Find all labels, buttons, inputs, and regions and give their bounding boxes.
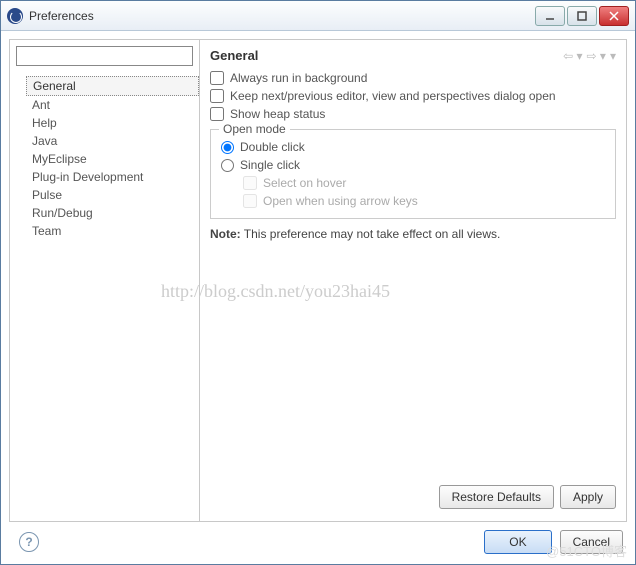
select-hover-check: Select on hover: [243, 174, 605, 192]
select-hover-checkbox: [243, 176, 257, 190]
select-hover-label: Select on hover: [263, 176, 346, 190]
preferences-tree[interactable]: GeneralAntHelpJavaMyEclipsePlug-in Devel…: [10, 72, 199, 521]
close-button[interactable]: [599, 6, 629, 26]
single-click-subchecks: Select on hover Open when using arrow ke…: [221, 174, 605, 210]
keep-next-label: Keep next/previous editor, view and pers…: [230, 89, 556, 103]
heap-label: Show heap status: [230, 107, 325, 121]
window-controls: [535, 6, 629, 26]
tree-item-plug-in-development[interactable]: Plug-in Development: [26, 168, 199, 186]
apply-button[interactable]: Apply: [560, 485, 616, 509]
body: GeneralAntHelpJavaMyEclipsePlug-in Devel…: [1, 31, 635, 564]
keep-next-check[interactable]: Keep next/previous editor, view and pers…: [210, 87, 616, 105]
heap-check[interactable]: Show heap status: [210, 105, 616, 123]
note-label: Note:: [210, 227, 241, 241]
tree-item-help[interactable]: Help: [26, 114, 199, 132]
page-title: General: [210, 48, 563, 63]
always-bg-label: Always run in background: [230, 71, 367, 85]
app-icon: [7, 8, 23, 24]
ok-button[interactable]: OK: [484, 530, 551, 554]
minimize-button[interactable]: [535, 6, 565, 26]
window-title: Preferences: [29, 9, 535, 23]
double-click-input[interactable]: [221, 141, 234, 154]
tree-item-pulse[interactable]: Pulse: [26, 186, 199, 204]
open-mode-group: Open mode Double click Single click: [210, 129, 616, 219]
filter-wrap: [10, 40, 199, 72]
restore-defaults-button[interactable]: Restore Defaults: [439, 485, 554, 509]
open-arrow-checkbox: [243, 194, 257, 208]
tree-item-myeclipse[interactable]: MyEclipse: [26, 150, 199, 168]
content-buttons: Restore Defaults Apply: [210, 475, 616, 511]
maximize-button[interactable]: [567, 6, 597, 26]
main-panel: GeneralAntHelpJavaMyEclipsePlug-in Devel…: [9, 39, 627, 522]
content-header: General ⇦ ▾ ⇨ ▾ ▾: [200, 40, 626, 69]
open-arrow-check: Open when using arrow keys: [243, 192, 605, 210]
double-click-radio[interactable]: Double click: [221, 138, 605, 156]
cancel-button[interactable]: Cancel: [560, 530, 623, 554]
heap-checkbox[interactable]: [210, 107, 224, 121]
tree-item-general[interactable]: General: [26, 76, 199, 96]
content-body: Always run in background Keep next/previ…: [200, 69, 626, 521]
always-bg-check[interactable]: Always run in background: [210, 69, 616, 87]
filter-input[interactable]: [16, 46, 193, 66]
tree-item-team[interactable]: Team: [26, 222, 199, 240]
single-click-label: Single click: [240, 158, 300, 172]
tree-item-java[interactable]: Java: [26, 132, 199, 150]
always-bg-checkbox[interactable]: [210, 71, 224, 85]
double-click-label: Double click: [240, 140, 305, 154]
open-mode-label: Open mode: [219, 122, 290, 136]
content-panel: General ⇦ ▾ ⇨ ▾ ▾ Always run in backgrou…: [200, 40, 626, 521]
titlebar[interactable]: Preferences: [1, 1, 635, 31]
tree-item-ant[interactable]: Ant: [26, 96, 199, 114]
help-icon[interactable]: ?: [19, 532, 39, 552]
bottom-bar: ? OK Cancel: [9, 522, 627, 556]
sidebar: GeneralAntHelpJavaMyEclipsePlug-in Devel…: [10, 40, 200, 521]
single-click-input[interactable]: [221, 159, 234, 172]
spacer: [210, 241, 616, 475]
note-text: This preference may not take effect on a…: [241, 227, 501, 241]
back-icon[interactable]: ⇦ ▾: [563, 49, 582, 63]
tree-item-run-debug[interactable]: Run/Debug: [26, 204, 199, 222]
open-arrow-label: Open when using arrow keys: [263, 194, 418, 208]
single-click-radio[interactable]: Single click: [221, 156, 605, 174]
keep-next-checkbox[interactable]: [210, 89, 224, 103]
nav-arrows: ⇦ ▾ ⇨ ▾ ▾: [563, 49, 616, 63]
menu-icon[interactable]: ▾: [610, 49, 616, 63]
note-row: Note: This preference may not take effec…: [210, 219, 616, 241]
forward-icon[interactable]: ⇨ ▾: [587, 49, 606, 63]
preferences-window: Preferences GeneralAntHelpJavaMyEclipseP…: [0, 0, 636, 565]
